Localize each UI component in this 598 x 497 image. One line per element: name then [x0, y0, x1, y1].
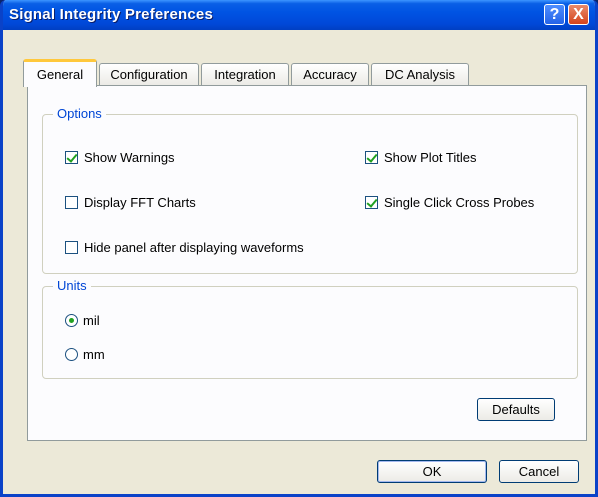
checkbox-unchecked-icon [65, 196, 78, 209]
show-plot-titles-checkbox[interactable]: Show Plot Titles [365, 150, 477, 165]
cancel-button[interactable]: Cancel [499, 460, 579, 483]
tab-label: Configuration [110, 67, 188, 82]
single-click-cross-probes-checkbox[interactable]: Single Click Cross Probes [365, 195, 534, 210]
tab-label: Accuracy [303, 67, 357, 82]
cancel-label: Cancel [518, 464, 560, 479]
display-fft-charts-label: Display FFT Charts [84, 195, 196, 210]
show-warnings-checkbox[interactable]: Show Warnings [65, 150, 175, 165]
preferences-dialog: Signal Integrity Preferences ? X General… [0, 0, 598, 497]
ok-label: OK [422, 464, 442, 479]
close-icon: X [573, 5, 584, 23]
window-title: Signal Integrity Preferences [9, 6, 214, 23]
tab-label: DC Analysis [384, 67, 456, 82]
help-icon: ? [549, 5, 560, 23]
unit-mil-label: mil [83, 313, 100, 328]
checkbox-checked-icon [65, 151, 78, 164]
checkbox-checked-icon [365, 151, 378, 164]
defaults-label: Defaults [492, 402, 540, 417]
tab-integration[interactable]: Integration [201, 63, 289, 85]
checkbox-unchecked-icon [65, 241, 78, 254]
units-group: Units mil mm [42, 278, 578, 379]
tab-label: General [36, 67, 84, 82]
radio-selected-icon [65, 314, 78, 327]
show-plot-titles-label: Show Plot Titles [384, 150, 477, 165]
checkbox-checked-icon [365, 196, 378, 209]
help-button[interactable]: ? [544, 4, 565, 25]
options-group: Options Show Warnings Show Plot Titles D… [42, 106, 578, 274]
tab-general[interactable]: General [23, 59, 97, 87]
unit-mm-label: mm [83, 347, 105, 362]
defaults-button[interactable]: Defaults [477, 398, 555, 421]
show-warnings-label: Show Warnings [84, 150, 175, 165]
options-group-label: Options [53, 106, 106, 121]
units-group-label: Units [53, 278, 91, 293]
display-fft-charts-checkbox[interactable]: Display FFT Charts [65, 195, 196, 210]
unit-mil-radio[interactable]: mil [65, 313, 100, 328]
ok-button[interactable]: OK [377, 460, 487, 483]
hide-panel-checkbox[interactable]: Hide panel after displaying waveforms [65, 240, 304, 255]
tab-configuration[interactable]: Configuration [99, 63, 199, 85]
tab-label: Integration [214, 67, 276, 82]
general-tab-panel: Options Show Warnings Show Plot Titles D… [27, 85, 587, 441]
hide-panel-label: Hide panel after displaying waveforms [84, 240, 304, 255]
unit-mm-radio[interactable]: mm [65, 347, 105, 362]
close-button[interactable]: X [568, 4, 589, 25]
single-click-cross-probes-label: Single Click Cross Probes [384, 195, 535, 210]
tab-accuracy[interactable]: Accuracy [291, 63, 369, 85]
title-bar[interactable]: Signal Integrity Preferences ? X [3, 0, 595, 30]
radio-unselected-icon [65, 348, 78, 361]
tab-dc-analysis[interactable]: DC Analysis [371, 63, 469, 85]
